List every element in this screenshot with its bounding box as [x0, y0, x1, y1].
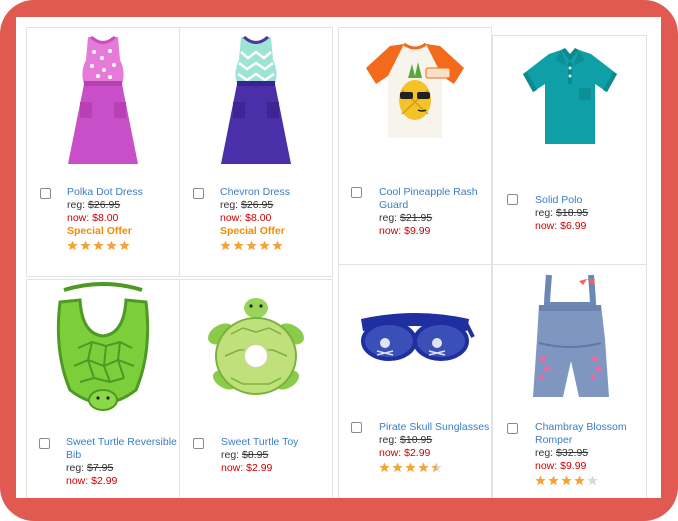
star-icon	[80, 240, 91, 251]
star-icon	[561, 475, 572, 486]
product-image-turtle-toy[interactable]	[180, 294, 332, 404]
special-offer-label: Special Offer	[220, 225, 285, 237]
regular-price: reg: $10.95	[379, 434, 433, 446]
product-image-pineapple-rash-guard[interactable]	[339, 38, 491, 148]
rating-stars[interactable]	[379, 462, 491, 473]
product-name-link[interactable]: Polka Dot Dress	[67, 186, 177, 199]
product-image-chevron-dress[interactable]	[180, 32, 332, 172]
star-icon	[93, 240, 104, 251]
sale-price: now: $6.99	[535, 220, 587, 232]
product-name-link[interactable]: Chambray Blossom Romper	[535, 421, 647, 447]
product-image-chambray-romper[interactable]	[493, 269, 646, 407]
star-icon	[379, 462, 390, 473]
product-card: Solid Polo reg: $18.95 now: $6.99	[492, 35, 647, 265]
star-icon	[535, 475, 546, 486]
star-icon	[246, 240, 257, 251]
compare-checkbox[interactable]	[507, 194, 518, 205]
product-image-turtle-bib[interactable]	[27, 282, 179, 420]
star-icon	[220, 240, 231, 251]
product-card: Chambray Blossom Romper reg: $32.95 now:…	[492, 264, 647, 498]
product-card: Sweet Turtle Toy reg: $8.95 now: $2.99	[179, 279, 333, 498]
compare-checkbox[interactable]	[351, 187, 362, 198]
product-card: Pirate Skull Sunglasses reg: $10.95 now:…	[338, 264, 492, 498]
product-image-pirate-sunglasses[interactable]	[339, 289, 491, 379]
regular-price: reg: $18.95	[535, 207, 589, 219]
sale-price: now: $2.99	[221, 462, 273, 474]
compare-checkbox[interactable]	[39, 438, 50, 449]
star-icon	[233, 240, 244, 251]
sale-price: now: $8.00	[67, 212, 119, 224]
star-icon	[106, 240, 117, 251]
rating-stars[interactable]	[535, 475, 647, 486]
star-icon	[418, 462, 429, 473]
regular-price: reg: $26.95	[67, 199, 121, 211]
star-icon	[574, 475, 585, 486]
regular-price: reg: $8.95	[221, 449, 269, 461]
compare-checkbox[interactable]	[40, 188, 51, 199]
product-name-link[interactable]: Pirate Skull Sunglasses	[379, 421, 491, 434]
regular-price: reg: $7.95	[66, 462, 114, 474]
star-icon	[548, 475, 559, 486]
product-name-link[interactable]: Cool Pineapple Rash Guard	[379, 186, 491, 212]
special-offer-label: Special Offer	[67, 225, 132, 237]
product-card: Sweet Turtle Reversible Bib reg: $7.95 n…	[26, 279, 180, 498]
product-card: Polka Dot Dress reg: $26.95 now: $8.00 S…	[26, 27, 180, 277]
product-name-link[interactable]: Chevron Dress	[220, 186, 330, 199]
product-card: Chevron Dress reg: $26.95 now: $8.00 Spe…	[179, 27, 333, 277]
star-icon	[431, 462, 442, 473]
sale-price: now: $9.99	[535, 460, 587, 472]
product-name-link[interactable]: Solid Polo	[535, 194, 645, 207]
rating-stars[interactable]	[67, 240, 177, 251]
sale-price: now: $2.99	[66, 475, 118, 487]
compare-checkbox[interactable]	[193, 188, 204, 199]
compare-checkbox[interactable]	[351, 422, 362, 433]
regular-price: reg: $21.95	[379, 212, 433, 224]
compare-checkbox[interactable]	[507, 423, 518, 434]
product-name-link[interactable]: Sweet Turtle Reversible Bib	[66, 436, 178, 462]
product-name-link[interactable]: Sweet Turtle Toy	[221, 436, 331, 449]
product-grid: Polka Dot Dress reg: $26.95 now: $8.00 S…	[16, 17, 661, 498]
product-card: Cool Pineapple Rash Guard reg: $21.95 no…	[338, 27, 492, 265]
rating-stars[interactable]	[220, 240, 330, 251]
star-icon	[405, 462, 416, 473]
sale-price: now: $9.99	[379, 225, 431, 237]
product-image-teal-polo-shirt[interactable]	[493, 44, 646, 154]
star-icon	[392, 462, 403, 473]
star-icon	[119, 240, 130, 251]
star-icon	[259, 240, 270, 251]
sale-price: now: $8.00	[220, 212, 272, 224]
star-icon	[587, 475, 598, 486]
star-icon	[272, 240, 283, 251]
compare-checkbox[interactable]	[193, 438, 204, 449]
regular-price: reg: $32.95	[535, 447, 589, 459]
sale-price: now: $2.99	[379, 447, 431, 459]
regular-price: reg: $26.95	[220, 199, 274, 211]
product-image-polka-dot-dress[interactable]	[27, 32, 179, 172]
star-icon	[67, 240, 78, 251]
